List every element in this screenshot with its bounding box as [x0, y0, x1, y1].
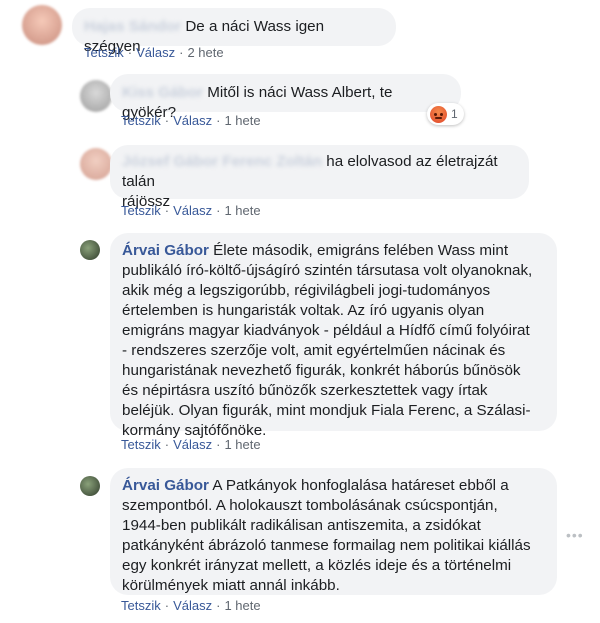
reply-link[interactable]: Válasz [173, 598, 212, 613]
comment-actions: Tetszik · Válasz · 1 hete [121, 113, 261, 128]
reply-link[interactable]: Válasz [173, 437, 212, 452]
comment-text-line: 1944-ben publikált radikálisan antiszemi… [122, 517, 481, 534]
more-options-icon[interactable]: ••• [566, 527, 584, 543]
avatar[interactable] [80, 148, 112, 180]
comment-author[interactable]: Hajas Sándor [84, 18, 181, 35]
reply-link[interactable]: Válasz [173, 203, 212, 218]
comment-text-line: publikáló író-költő-újságíró szintén tár… [122, 262, 533, 279]
reply-link[interactable]: Válasz [173, 113, 212, 128]
timestamp[interactable]: 1 hete [224, 113, 260, 128]
comment-actions: Tetszik · Válasz · 1 hete [121, 598, 261, 613]
avatar[interactable] [80, 80, 112, 112]
comment-actions: Tetszik · Válasz · 2 hete [84, 45, 224, 60]
like-link[interactable]: Tetszik [121, 598, 161, 613]
comment-bubble: Árvai Gábor A Patkányok honfoglalása hat… [110, 468, 557, 595]
comment-author[interactable]: Árvai Gábor [122, 477, 209, 494]
comment-bubble: Árvai Gábor Élete második, emigráns felé… [110, 233, 557, 439]
comment-text-line: egy konkrét irányzat mellett, a közlés i… [122, 557, 512, 574]
comment-text-line: A Patkányok honfoglalása határeset ebből… [212, 477, 509, 494]
comment-text-line: körülmények miatt annál inkább. [122, 577, 340, 594]
like-link[interactable]: Tetszik [121, 113, 161, 128]
avatar[interactable] [80, 476, 100, 496]
comment-text-line: hungaristának nevezhető figurák, konkrét… [122, 362, 521, 379]
reaction-badge[interactable]: 1 [427, 103, 464, 125]
comment-text-line: beléjük. Olyan figurák, mint mondjuk Fia… [122, 402, 531, 419]
comment-text-line: szempontból. A holokauszt tombolásának c… [122, 497, 498, 514]
comment-text-line: emigráns magyar kiadványok - például a H… [122, 322, 530, 339]
comment-bubble: József Gábor Ferenc Zoltán ha elolvasod … [110, 145, 529, 210]
comment-text-line: és népirtásra uszító bűnözők szerkesztet… [122, 382, 488, 399]
comment-author[interactable]: Árvai Gábor [122, 242, 209, 259]
reply-link[interactable]: Válasz [136, 45, 175, 60]
comment-text-line: patkányként ábrázoló tanmese formailag n… [122, 537, 531, 554]
timestamp[interactable]: 2 hete [187, 45, 223, 60]
comment-text-line: Élete második, emigráns felében Wass min… [213, 242, 509, 259]
angry-reaction-icon [430, 105, 447, 123]
timestamp[interactable]: 1 hete [224, 437, 260, 452]
timestamp[interactable]: 1 hete [224, 598, 260, 613]
comment-actions: Tetszik · Válasz · 1 hete [121, 437, 261, 452]
comment-actions: Tetszik · Válasz · 1 hete [121, 203, 261, 218]
comment-text-line: - rendszeres szerzője volt, amit egyérte… [122, 342, 506, 359]
comment-author[interactable]: József Gábor Ferenc Zoltán [122, 153, 322, 170]
timestamp[interactable]: 1 hete [224, 203, 260, 218]
avatar[interactable] [80, 240, 100, 260]
like-link[interactable]: Tetszik [121, 203, 161, 218]
comment-text-line: akik még a legszigorúbb, régivilágbeli j… [122, 282, 491, 299]
comment-bubble: Kiss Gábor Mitől is náci Wass Albert, te… [110, 74, 461, 121]
comment-author[interactable]: Kiss Gábor [122, 84, 203, 101]
like-link[interactable]: Tetszik [84, 45, 124, 60]
like-link[interactable]: Tetszik [121, 437, 161, 452]
comment-text-line: értelemben is hungaristák voltak. Az író… [122, 302, 485, 319]
comment-bubble: Hajas Sándor De a náci Wass igen szégyen [72, 8, 396, 55]
avatar[interactable] [22, 5, 62, 45]
reaction-count: 1 [451, 107, 458, 121]
